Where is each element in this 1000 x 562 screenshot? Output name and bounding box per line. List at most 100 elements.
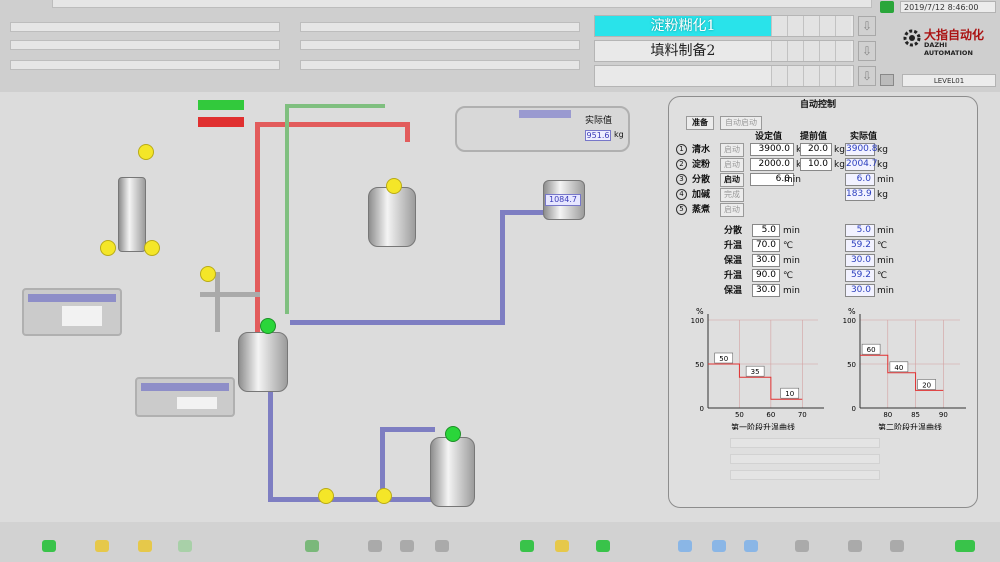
nav-icon[interactable] [368, 540, 382, 552]
param-name: 保温 [724, 286, 743, 296]
recipe-down-icon[interactable]: ⇩ [858, 41, 876, 61]
recipe-row-3[interactable] [594, 65, 854, 87]
y-axis-label: % [696, 307, 704, 316]
valve-icon[interactable] [200, 266, 216, 282]
data-label: 40 [894, 364, 903, 372]
param-name: 升温 [724, 271, 743, 281]
equipment-panel[interactable] [22, 288, 122, 336]
header-field [300, 60, 580, 70]
valve-open-icon[interactable] [260, 318, 276, 334]
process-diagram: 1084.7 实际值 951.6 kg [0, 92, 664, 522]
unit-label: min [877, 226, 894, 236]
unit-label: kg [877, 145, 888, 155]
y-tick-label: 50 [847, 361, 856, 369]
datetime-display: 2019/7/12 8:46:00 [900, 1, 996, 13]
nav-exit-icon[interactable] [955, 540, 975, 552]
reactor-tank[interactable] [238, 332, 288, 392]
mixing-tank[interactable] [368, 187, 416, 247]
nav-icon[interactable] [848, 540, 862, 552]
auto-start-button[interactable]: 自动启动 [720, 116, 762, 130]
data-label: 10 [785, 390, 794, 398]
data-label: 35 [751, 368, 760, 376]
unit-label: kg [877, 160, 888, 170]
blue-pipe [500, 210, 505, 325]
step-start-button[interactable]: 完成 [720, 188, 744, 202]
unit-label: min [877, 175, 894, 185]
step-start-button[interactable]: 启动 [720, 158, 744, 172]
unit-label: min [783, 286, 800, 296]
recipe-row-2[interactable]: 填料制备2 [594, 40, 854, 62]
step-actual-value: 3900.8 [845, 143, 878, 156]
nav-icon[interactable] [305, 540, 319, 552]
unit-label: ℃ [783, 241, 794, 251]
y-tick-label: 100 [843, 317, 856, 325]
nav-icon[interactable] [555, 540, 569, 552]
unit-label: kg [614, 130, 624, 139]
unit-label: min [877, 286, 894, 296]
param-set-value[interactable]: 70.0 [752, 239, 780, 252]
nav-icon[interactable] [744, 540, 758, 552]
y-tick-label: 50 [695, 361, 704, 369]
recipe-label: 填料制备2 [650, 43, 716, 59]
step-advance-value[interactable]: 20.0 [800, 143, 832, 156]
ready-button[interactable]: 准备 [686, 116, 714, 130]
nav-icon[interactable] [795, 540, 809, 552]
red-pipe [255, 122, 260, 332]
company-logo: 大指自动化 DAZHI AUTOMATION [900, 26, 998, 57]
equipment-panel[interactable] [135, 377, 235, 417]
recipe-down-icon[interactable]: ⇩ [858, 66, 876, 86]
storage-tank[interactable] [430, 437, 475, 507]
valve-icon[interactable] [386, 178, 402, 194]
nav-icon[interactable] [520, 540, 534, 552]
nav-icon[interactable] [138, 540, 152, 552]
unit-label: kg [834, 145, 845, 155]
step-start-button[interactable]: 启动 [720, 143, 744, 157]
unit-label: kg [877, 190, 888, 200]
step-number: 3 [676, 174, 687, 185]
nav-icon[interactable] [890, 540, 904, 552]
step-name: 淀粉 [692, 160, 711, 170]
param-set-value[interactable]: 5.0 [752, 224, 780, 237]
step-start-button[interactable]: 启动 [720, 173, 744, 187]
nav-home-icon[interactable] [42, 540, 56, 552]
step-advance-value[interactable]: 10.0 [800, 158, 832, 171]
valve-open-icon[interactable] [445, 426, 461, 442]
param-set-value[interactable]: 90.0 [752, 269, 780, 282]
nav-icon[interactable] [596, 540, 610, 552]
valve-icon[interactable] [138, 144, 154, 160]
nav-icon[interactable] [400, 540, 414, 552]
nav-icon[interactable] [678, 540, 692, 552]
unit-label: kg [834, 160, 845, 170]
y-tick-label: 0 [700, 405, 704, 413]
nav-icon[interactable] [435, 540, 449, 552]
param-actual-value: 30.0 [845, 254, 875, 267]
recipe-label: 淀粉糊化1 [595, 16, 771, 36]
param-set-value[interactable]: 30.0 [752, 254, 780, 267]
tank-level-value: 1084.7 [545, 194, 581, 206]
gear-icon [903, 29, 921, 47]
step-start-button[interactable]: 启动 [720, 203, 744, 217]
step-set-value[interactable]: 2000.0 [750, 158, 794, 171]
recipe-down-icon[interactable]: ⇩ [858, 16, 876, 36]
user-icon[interactable] [880, 74, 894, 86]
step-set-value[interactable]: 3900.0 [750, 143, 794, 156]
step-actual-value: 2004.7 [845, 158, 878, 171]
valve-icon[interactable] [144, 240, 160, 256]
step-number: 2 [676, 159, 687, 170]
actual-value-header: 实际值 [585, 116, 613, 126]
calendar-icon[interactable] [880, 1, 894, 13]
param-name: 升温 [724, 241, 743, 251]
silo-tank[interactable] [118, 177, 146, 252]
valve-icon[interactable] [376, 488, 392, 504]
nav-icon[interactable] [95, 540, 109, 552]
recipe-row-1[interactable]: 淀粉糊化1 [594, 15, 854, 37]
param-name: 分散 [724, 226, 743, 236]
unit-label: min [783, 256, 800, 266]
param-set-value[interactable]: 30.0 [752, 284, 780, 297]
valve-icon[interactable] [100, 240, 116, 256]
recipe-label [595, 66, 771, 86]
y-tick-label: 100 [691, 317, 704, 325]
nav-icon[interactable] [178, 540, 192, 552]
nav-icon[interactable] [712, 540, 726, 552]
valve-icon[interactable] [318, 488, 334, 504]
